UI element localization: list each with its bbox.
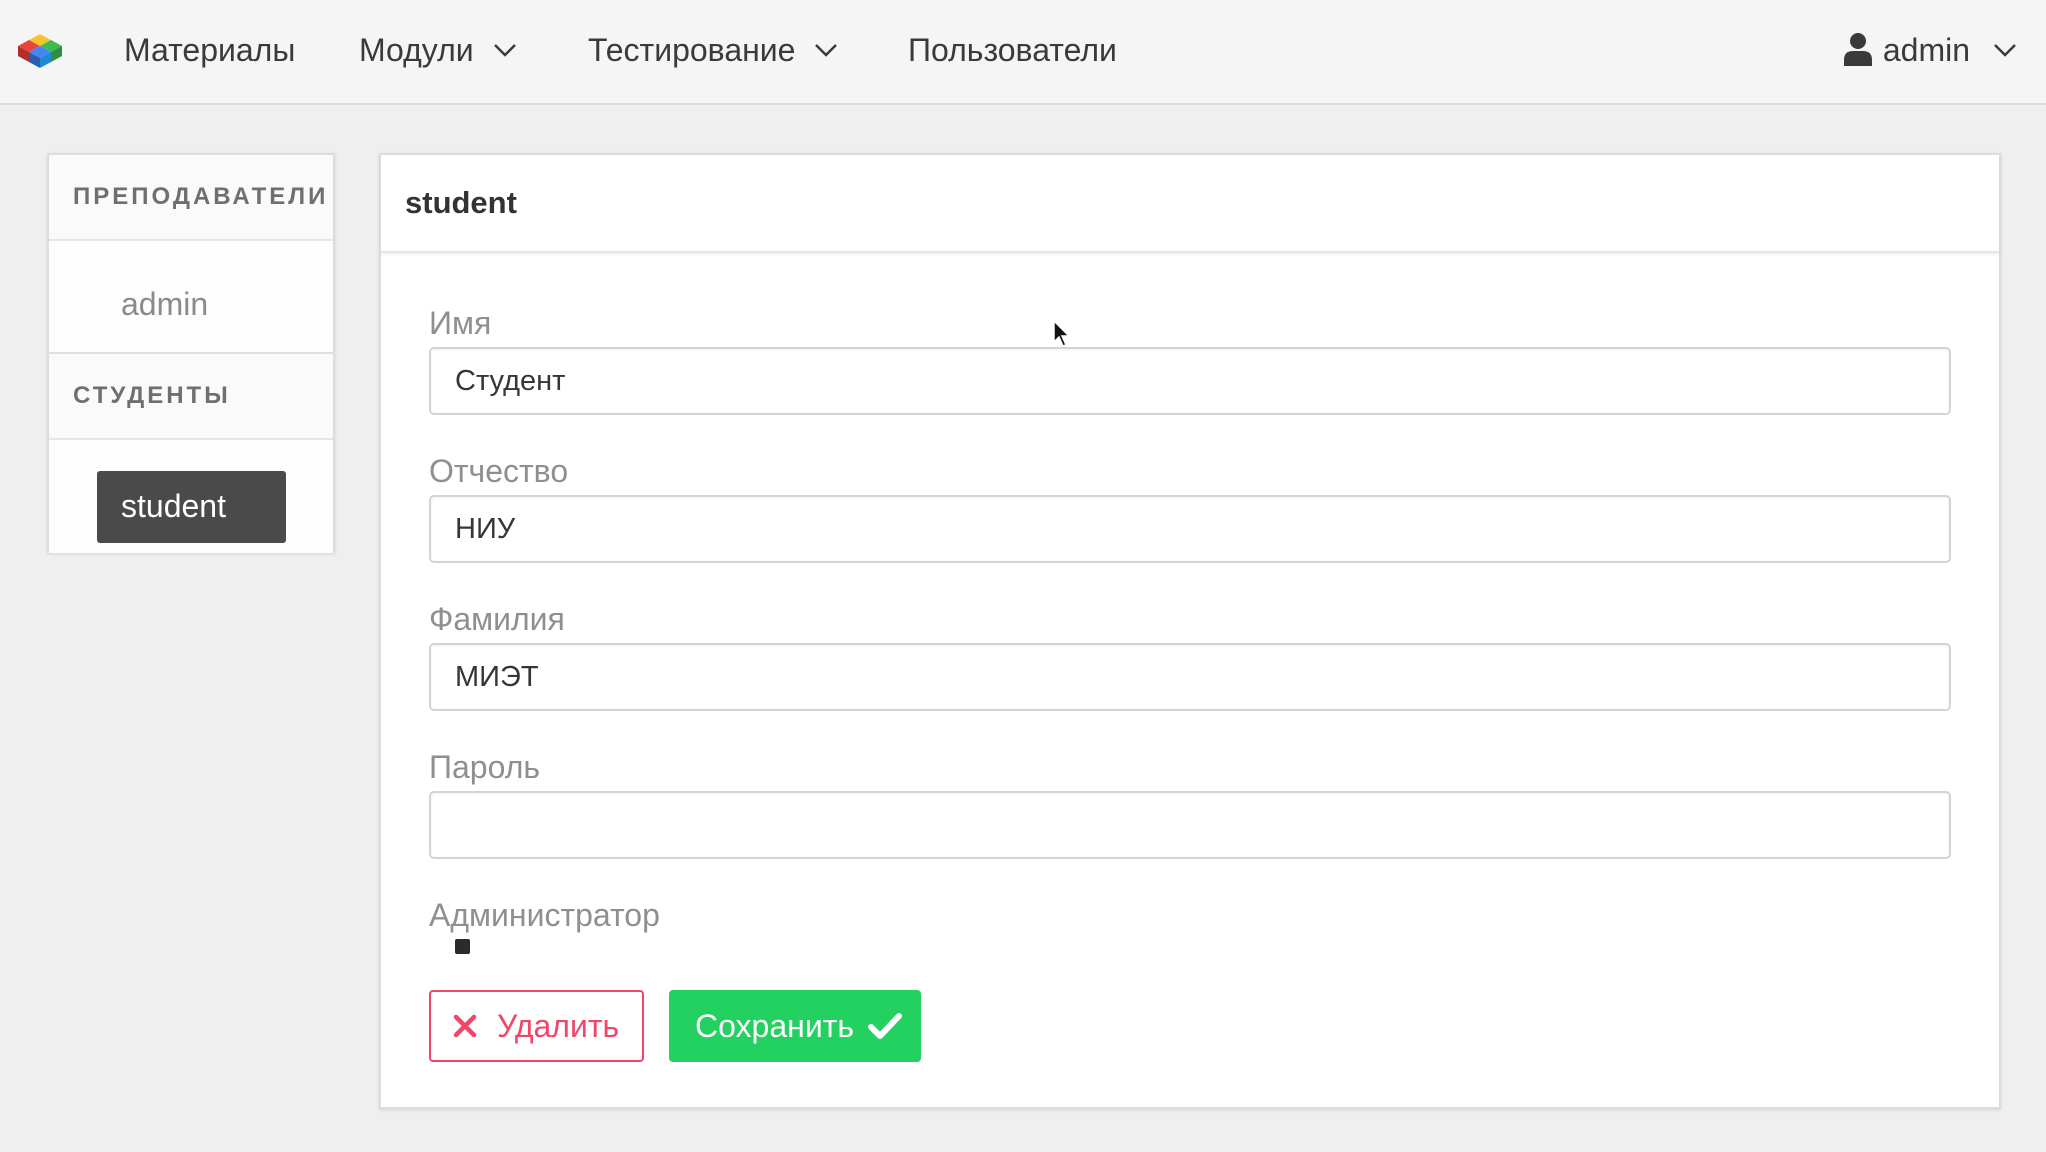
sidebar-item-student[interactable]: student: [97, 471, 286, 543]
users-sidebar: ПРЕПОДАВАТЕЛИ admin СТУДЕНТЫ student: [47, 153, 335, 553]
user-icon: [1843, 32, 1872, 66]
sidebar-item-admin[interactable]: admin: [121, 286, 208, 323]
nav-modules[interactable]: Модули: [359, 0, 518, 100]
nav-testing[interactable]: Тестирование: [588, 0, 839, 100]
chevron-down-icon: [493, 43, 516, 57]
nav-users[interactable]: Пользователи: [908, 0, 1117, 100]
card-title: student: [381, 155, 1999, 253]
save-button[interactable]: Сохранить: [669, 990, 921, 1062]
first-name-field[interactable]: [429, 347, 1951, 415]
save-button-label: Сохранить: [695, 1007, 855, 1044]
nav-materials[interactable]: Материалы: [124, 0, 295, 100]
nav-users-label: Пользователи: [908, 32, 1117, 68]
close-icon: [453, 1014, 477, 1038]
students-heading: СТУДЕНТЫ: [49, 354, 333, 440]
patronymic-field[interactable]: [429, 495, 1951, 563]
admin-label: Администратор: [429, 897, 660, 933]
checkmark-icon: [868, 1013, 903, 1039]
last-name-label: Фамилия: [429, 601, 565, 637]
user-menu[interactable]: admin: [1843, 0, 2018, 100]
top-navbar: Материалы Модули Тестирование Пользовате…: [0, 0, 2046, 105]
user-name: admin: [1882, 32, 1970, 68]
chevron-down-icon: [815, 43, 838, 57]
students-list: student: [49, 440, 333, 553]
teachers-heading: ПРЕПОДАВАТЕЛИ: [49, 155, 333, 241]
password-label: Пароль: [429, 749, 541, 785]
nav-materials-label: Материалы: [124, 32, 296, 68]
delete-button-label: Удалить: [497, 1007, 620, 1044]
patronymic-label: Отчество: [429, 453, 569, 489]
first-name-label: Имя: [429, 305, 492, 341]
nav-testing-label: Тестирование: [588, 32, 796, 68]
last-name-field[interactable]: [429, 643, 1951, 711]
nav-modules-label: Модули: [359, 32, 474, 68]
colored-cubes-logo[interactable]: [18, 34, 62, 68]
user-edit-card: student Имя Отчество Фамилия Пароль Адми…: [379, 153, 2001, 1109]
password-field[interactable]: [429, 791, 1951, 859]
admin-checkbox[interactable]: [455, 939, 470, 954]
delete-button[interactable]: Удалить: [429, 990, 644, 1062]
teachers-list: admin: [49, 241, 333, 354]
chevron-down-icon: [1994, 43, 2016, 57]
